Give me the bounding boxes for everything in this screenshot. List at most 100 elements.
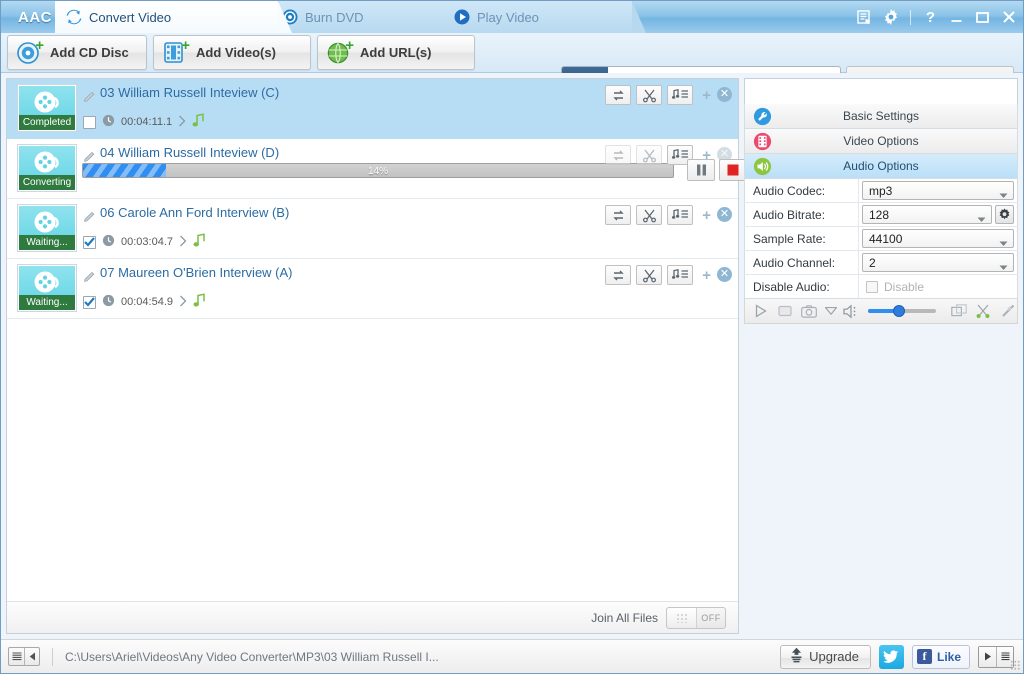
tab-convert-video[interactable]: Convert Video: [55, 1, 292, 33]
setting-value-cell: mp3: [859, 179, 1018, 202]
remove-row-icon[interactable]: ✕: [717, 87, 732, 102]
gear-icon[interactable]: [882, 9, 899, 26]
file-name[interactable]: 04 William Russell Inteview (D): [100, 145, 279, 161]
row-checkbox[interactable]: [83, 295, 96, 309]
scissors-icon[interactable]: [636, 85, 662, 105]
volume-handle[interactable]: [892, 305, 905, 317]
add-urls-button[interactable]: + Add URL(s): [317, 35, 475, 70]
speaker-icon[interactable]: [843, 302, 860, 320]
upload-icon: [789, 647, 804, 666]
scissors-icon[interactable]: [636, 205, 662, 225]
status-bar: C:\Users\Ariel\Videos\Any Video Converte…: [1, 639, 1023, 673]
remove-row-icon[interactable]: ✕: [717, 207, 732, 222]
convert-icon: [65, 8, 83, 26]
stop-button[interactable]: [719, 159, 747, 181]
play-small-icon[interactable]: [979, 646, 996, 667]
add-row-icon[interactable]: +: [702, 88, 711, 103]
upgrade-button[interactable]: Upgrade: [780, 644, 871, 669]
list-settings-icon[interactable]: [856, 9, 873, 26]
row-action-buttons: [605, 205, 693, 225]
button-label: Add Video(s): [196, 45, 276, 60]
join-all-files-toggle[interactable]: OFF: [666, 606, 726, 629]
section-audio-options[interactable]: Audio Options: [744, 154, 1018, 179]
divider: [52, 647, 53, 666]
row-action-buttons: [605, 145, 693, 165]
edit-pencil-icon[interactable]: [83, 89, 96, 105]
combo-value: 44100: [869, 231, 903, 246]
table-row[interactable]: Waiting... 06 Carole Ann Ford Interview …: [7, 199, 738, 259]
tab-play-video[interactable]: Play Video: [443, 1, 646, 33]
row-checkbox[interactable]: [83, 115, 96, 129]
audio-note-icon: [193, 233, 206, 251]
table-row[interactable]: Completed 03 William Russell Inteview (C…: [7, 79, 738, 139]
file-name[interactable]: 03 William Russell Inteview (C): [100, 85, 279, 101]
play-icon[interactable]: [752, 302, 770, 320]
edit-pencil-icon[interactable]: [83, 269, 96, 285]
convert-row-icon[interactable]: [605, 265, 631, 285]
progress-label: 14%: [367, 166, 388, 177]
file-name[interactable]: 07 Maureen O'Brien Interview (A): [100, 265, 293, 281]
convert-row-icon[interactable]: [605, 145, 631, 165]
section-video-options[interactable]: Video Options: [744, 129, 1018, 154]
facebook-like-button[interactable]: f Like: [911, 644, 970, 669]
add-row-icon[interactable]: +: [702, 208, 711, 223]
minimize-button[interactable]: [948, 9, 965, 26]
clone-icon[interactable]: [950, 302, 968, 320]
magic-wand-icon[interactable]: [998, 302, 1016, 320]
camera-icon[interactable]: [800, 302, 818, 320]
add-videos-button[interactable]: + Add Video(s): [153, 35, 311, 70]
disable-audio-checkbox[interactable]: [866, 280, 878, 293]
add-row-icon[interactable]: +: [702, 268, 711, 283]
section-basic-settings[interactable]: Basic Settings: [744, 104, 1018, 129]
resize-grip[interactable]: [1010, 660, 1020, 670]
scissors-icon[interactable]: [636, 145, 662, 165]
scissors-icon[interactable]: [636, 265, 662, 285]
volume-slider[interactable]: [868, 305, 936, 317]
tab-burn-dvd[interactable]: Burn DVD: [271, 1, 464, 33]
file-name[interactable]: 06 Carole Ann Ford Interview (B): [100, 205, 289, 221]
window-controls: ?: [856, 1, 1017, 33]
add-cd-disc-button[interactable]: + Add CD Disc: [7, 35, 147, 70]
audio-track-icon[interactable]: [667, 205, 693, 225]
wrench-icon: [753, 107, 772, 126]
close-button[interactable]: [1000, 9, 1017, 26]
panel-toggle-icon[interactable]: [8, 647, 40, 666]
table-row[interactable]: Converting 04 William Russell Inteview (…: [7, 139, 747, 199]
setting-row-audio-channel: Audio Channel: 2: [744, 251, 1018, 275]
button-label: Add URL(s): [360, 45, 432, 60]
edit-pencil-icon[interactable]: [83, 209, 96, 225]
status-badge: Converting: [19, 175, 75, 190]
pause-button[interactable]: [687, 159, 715, 181]
output-path-text[interactable]: C:\Users\Ariel\Videos\Any Video Converte…: [65, 650, 439, 664]
bitrate-settings-gear-icon[interactable]: [995, 205, 1014, 224]
video-thumbnail: Waiting...: [18, 265, 76, 311]
tab-label: Convert Video: [89, 9, 172, 25]
chevron-right-icon: [179, 295, 187, 310]
toggle-state-label: OFF: [701, 612, 721, 623]
maximize-button[interactable]: [974, 9, 991, 26]
convert-row-icon[interactable]: [605, 205, 631, 225]
audio-bitrate-select[interactable]: 128: [862, 205, 992, 224]
button-label: Add CD Disc: [50, 45, 129, 60]
audio-track-icon[interactable]: [667, 265, 693, 285]
stop-icon[interactable]: [776, 302, 794, 320]
row-checkbox[interactable]: [83, 235, 96, 249]
convert-row-icon[interactable]: [605, 85, 631, 105]
twitter-icon[interactable]: [878, 644, 904, 669]
row-meta: 00:04:11.1: [83, 113, 205, 131]
audio-codec-select[interactable]: mp3: [862, 181, 1014, 200]
collapse-arrow-icon: [25, 648, 39, 665]
scissors-green-icon[interactable]: [974, 302, 992, 320]
remove-row-icon[interactable]: ✕: [717, 267, 732, 282]
sample-rate-select[interactable]: 44100: [862, 229, 1014, 248]
view-mode-buttons[interactable]: [978, 645, 1014, 668]
setting-label: Disable Audio:: [744, 275, 859, 298]
table-row[interactable]: Waiting... 07 Maureen O'Brien Interview …: [7, 259, 738, 319]
audio-track-icon[interactable]: [667, 85, 693, 105]
file-list-panel: Completed 03 William Russell Inteview (C…: [6, 78, 747, 634]
audio-channel-select[interactable]: 2: [862, 253, 1014, 272]
film-icon: [753, 132, 772, 151]
setting-value-cell: Disable: [859, 275, 1018, 298]
chevron-down-icon[interactable]: [824, 302, 837, 320]
help-button[interactable]: ?: [922, 9, 939, 26]
